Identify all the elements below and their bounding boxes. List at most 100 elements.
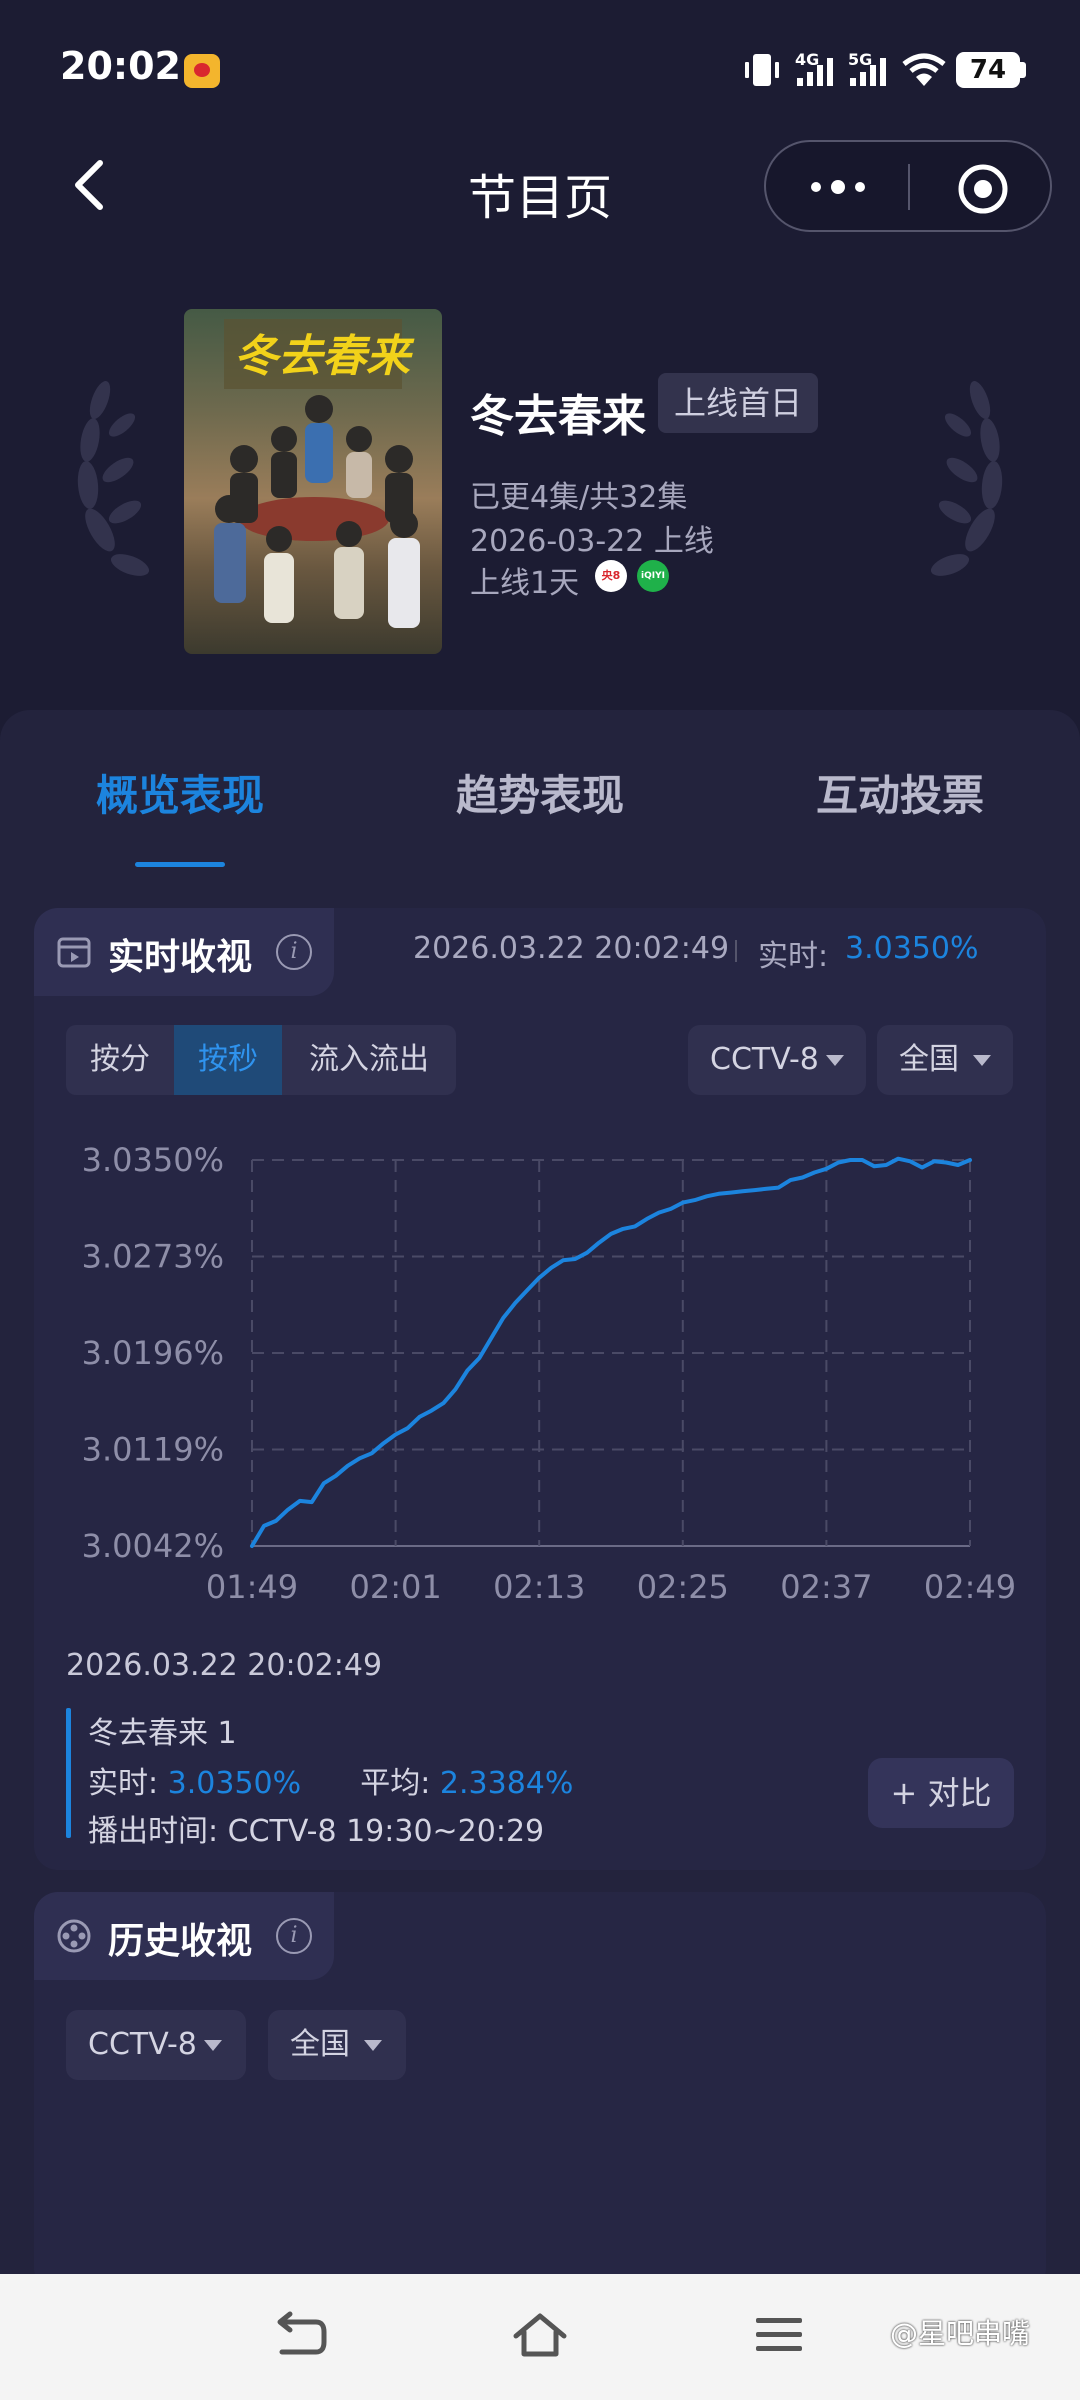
data-point — [968, 1158, 972, 1162]
data-point — [358, 1456, 362, 1460]
data-point — [824, 1167, 828, 1171]
battery-indicator: 74 — [956, 52, 1020, 88]
realtime-now-value: 3.0350% — [845, 931, 979, 966]
data-point — [346, 1464, 350, 1468]
data-point — [441, 1401, 445, 1405]
show-poster[interactable]: 冬去春来 — [184, 309, 442, 654]
vibrate-icon — [745, 54, 779, 86]
realtime-title: 实时收视 — [108, 937, 253, 978]
history-channel-dropdown[interactable]: CCTV-8 — [66, 2010, 246, 2080]
days-online: 上线1天 — [470, 566, 580, 601]
data-point — [789, 1178, 792, 1182]
granularity-segmented-control: 按分 按秒 流入流出 — [66, 1025, 456, 1095]
region-dropdown[interactable]: 全国 — [877, 1025, 1013, 1095]
data-point — [370, 1451, 374, 1455]
page-title: 节目页 — [467, 170, 612, 226]
data-point — [286, 1508, 290, 1512]
y-tick-label: 3.0119% — [82, 1431, 224, 1469]
data-point — [250, 1544, 254, 1548]
signal-icon-1 — [797, 58, 833, 86]
data-point — [418, 1415, 422, 1419]
data-point — [262, 1524, 266, 1528]
data-point — [489, 1336, 493, 1340]
data-point — [896, 1157, 900, 1161]
back-nav-icon[interactable] — [272, 2310, 332, 2364]
x-tick-label: 02:01 — [349, 1568, 441, 1606]
data-point — [322, 1481, 326, 1485]
data-point — [753, 1188, 757, 1192]
data-point — [848, 1158, 852, 1162]
realtime-now-label: 实时: — [758, 939, 829, 974]
wifi-icon — [902, 53, 946, 86]
x-tick-label: 01:49 — [206, 1568, 298, 1606]
data-point — [561, 1258, 565, 1262]
data-point — [394, 1432, 398, 1436]
mini-program-capsule — [764, 140, 1052, 232]
data-point — [633, 1224, 637, 1228]
data-point — [705, 1194, 709, 1198]
data-point — [717, 1192, 721, 1196]
menu-nav-icon[interactable] — [752, 2312, 808, 2358]
mode-inflow-outflow[interactable]: 流入流出 — [282, 1025, 456, 1095]
data-point — [430, 1409, 433, 1413]
capsule-divider — [908, 164, 910, 210]
tab-trend[interactable]: 趋势表现 — [390, 762, 690, 823]
episode-count: 已更4集/共32集 — [470, 480, 688, 515]
tab-overview[interactable]: 概览表现 — [30, 762, 330, 823]
legend-airtime-value: CCTV-8 19:30~20:29 — [227, 1814, 545, 1849]
data-point — [310, 1500, 314, 1504]
battery-tip — [1020, 62, 1026, 78]
film-reel-icon — [57, 1919, 91, 1953]
history-channel-label: CCTV-8 — [88, 2027, 197, 2062]
y-tick-label: 3.0196% — [82, 1334, 224, 1372]
realtime-rating-chart[interactable]: 3.0350% 3.0273% 3.0196% 3.0119% 3.0042% 01:4… — [34, 1120, 1046, 1640]
info-icon[interactable]: i — [276, 1918, 312, 1954]
compare-button[interactable]: + 对比 — [868, 1758, 1014, 1828]
data-point — [908, 1159, 912, 1163]
data-point — [621, 1227, 625, 1231]
data-point — [609, 1232, 613, 1236]
data-point — [800, 1176, 804, 1180]
close-mini-program-icon[interactable] — [956, 162, 1010, 216]
status-time: 20:02 — [60, 44, 181, 88]
x-axis-ticks: 01:49 02:01 02:13 02:25 02:37 02:49 — [206, 1568, 1016, 1606]
legend-now-value: 3.0350% — [167, 1766, 302, 1801]
data-point — [406, 1426, 410, 1430]
channel-dropdown[interactable]: CCTV-8 — [688, 1025, 866, 1095]
chart-footer-timestamp: 2026.03.22 20:02:49 — [66, 1648, 383, 1683]
channel-dropdown-label: CCTV-8 — [710, 1042, 819, 1077]
home-nav-icon[interactable] — [510, 2308, 570, 2364]
tab-indicator — [135, 862, 225, 867]
legend-airtime-label: 播出时间: — [88, 1814, 219, 1849]
legend-airtime: 播出时间: CCTV-8 19:30~20:29 — [88, 1806, 544, 1850]
data-point — [920, 1166, 924, 1170]
iqiyi-platform-icon: iQIYI — [637, 560, 669, 592]
data-point — [513, 1301, 517, 1305]
realtime-timestamp: 2026.03.22 20:02:49 — [413, 931, 730, 966]
info-icon[interactable]: i — [276, 934, 312, 970]
data-point — [741, 1189, 745, 1193]
show-status-badge: 上线首日 — [658, 373, 819, 433]
tv-icon — [57, 937, 91, 968]
back-button[interactable] — [60, 155, 120, 215]
data-point — [657, 1211, 661, 1215]
chevron-down-icon — [364, 2040, 382, 2051]
mode-by-second[interactable]: 按秒 — [174, 1025, 282, 1095]
x-tick-label: 02:13 — [493, 1568, 585, 1606]
chevron-down-icon — [204, 2040, 222, 2051]
tab-interactive-vote[interactable]: 互动投票 — [750, 762, 1050, 823]
y-tick-label: 3.0350% — [82, 1141, 224, 1179]
x-tick-label: 02:49 — [924, 1568, 1016, 1606]
mode-by-minute[interactable]: 按分 — [66, 1025, 174, 1095]
data-point — [956, 1163, 960, 1167]
history-title: 历史收视 — [108, 1921, 253, 1962]
data-point — [453, 1387, 457, 1391]
data-point — [729, 1191, 733, 1195]
laurel-right-icon — [930, 381, 1003, 576]
region-dropdown-label: 全国 — [899, 1042, 959, 1077]
data-point — [334, 1474, 338, 1478]
x-tick-label: 02:25 — [637, 1568, 729, 1606]
more-icon[interactable] — [806, 172, 870, 202]
data-point — [298, 1499, 302, 1503]
history-region-dropdown[interactable]: 全国 — [268, 2010, 406, 2080]
